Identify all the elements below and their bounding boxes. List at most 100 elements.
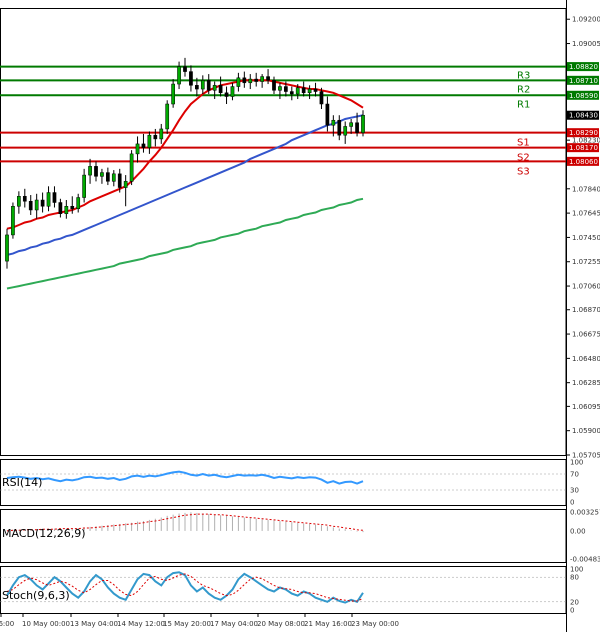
candle-body: [206, 80, 211, 91]
rsi-line: [6, 470, 364, 485]
candle-body: [28, 201, 33, 211]
candle-body: [189, 71, 193, 86]
candle-body: [94, 166, 98, 177]
candle-body: [200, 80, 205, 90]
candle-body: [212, 85, 217, 91]
price-tick-label: 1.07255: [572, 258, 600, 266]
candle-body: [153, 134, 158, 140]
price-tick-label: 1.06675: [572, 331, 600, 339]
candle-body: [248, 78, 253, 84]
current-price-label: 1.08430: [569, 112, 598, 120]
candle-body: [230, 86, 235, 97]
time-tick-label: 13 May 04:00: [70, 620, 118, 628]
candle-body: [58, 202, 63, 214]
candle-body: [159, 128, 164, 140]
stoch-tick-label: 80: [570, 574, 579, 582]
candle-body: [278, 86, 282, 91]
candle-body: [40, 199, 45, 207]
rsi-tick-label: 30: [570, 487, 579, 495]
macd-tick-label: -0.00483: [570, 556, 600, 564]
candle-body: [88, 166, 92, 176]
candle-body: [46, 192, 51, 207]
pane-frame-price: [0, 8, 567, 456]
candle-body: [165, 103, 170, 130]
ma-mid-line: [6, 114, 364, 256]
rsi-tick-label: 0: [570, 499, 574, 507]
candle-body: [106, 172, 110, 182]
level-name-r2: R2: [517, 84, 530, 95]
candle-body: [17, 196, 21, 207]
candle-body: [319, 91, 324, 105]
time-tick-label: 23 May 00:00: [351, 620, 399, 628]
time-tick-label: 15 May 20:00: [163, 620, 211, 628]
stoch-tick-label: 100: [570, 566, 583, 574]
candle-body: [236, 77, 241, 87]
candle-body: [22, 196, 27, 202]
candle-body: [355, 122, 359, 133]
time-tick-label: 17 May 04:00: [210, 620, 258, 628]
candle-body: [100, 172, 104, 177]
candle-body: [195, 85, 199, 90]
price-tick-label: 1.09005: [572, 40, 600, 48]
level-tag-label-r2: 1.08710: [569, 77, 598, 85]
level-tag-label-s3: 1.08060: [569, 158, 598, 166]
candle-body: [301, 87, 306, 94]
candle-body: [34, 199, 39, 211]
price-tick-label: 1.07060: [572, 283, 600, 291]
candle-body: [135, 143, 140, 155]
candle-body: [307, 88, 312, 94]
candle-body: [313, 88, 318, 92]
candle-body: [82, 174, 86, 198]
candle-body: [254, 78, 259, 82]
candle-body: [242, 77, 247, 84]
time-tick-label: 10 May 00:00: [22, 620, 70, 628]
level-name-r1: R1: [517, 99, 530, 110]
candle-body: [337, 119, 342, 136]
time-tick-label: 20 May 08:00: [257, 620, 305, 628]
candle-body: [272, 80, 276, 91]
candle-body: [361, 114, 365, 133]
level-name-s3: S3: [517, 166, 530, 177]
candle-body: [123, 181, 128, 188]
candle-body: [349, 122, 353, 127]
candle-body: [147, 134, 152, 148]
candle-body: [260, 76, 264, 82]
pane-frame-rsi: [0, 459, 567, 506]
price-tick-label: 1.06095: [572, 403, 600, 411]
candle-body: [183, 66, 187, 72]
time-tick-label: 16:00: [0, 620, 14, 628]
price-tick-label: 1.07645: [572, 210, 600, 218]
chart-root: 1.09200 1.09005 1.08230 1.07840 1.07645 1.074…: [0, 0, 600, 632]
price-tick-label: 1.09200: [572, 16, 600, 24]
stoch-tick-label: 20: [570, 598, 579, 606]
candle-body: [266, 76, 270, 81]
candle-body: [289, 91, 294, 95]
candle-body: [64, 206, 69, 214]
level-tag-label-r1: 1.08590: [569, 92, 598, 100]
candle-body: [343, 126, 348, 136]
level-tag-label-s1: 1.08290: [569, 129, 598, 137]
candle-body: [70, 206, 75, 209]
candle-body: [171, 83, 175, 105]
chart-svg: 1.092001.090051.082301.078401.076451.074…: [0, 0, 600, 632]
price-tick-label: 1.07840: [572, 185, 600, 193]
price-tick-label: 1.06870: [572, 306, 600, 314]
price-tick-label: 1.06285: [572, 379, 600, 387]
candle-body: [129, 153, 134, 182]
time-tick-label: 14 May 12:00: [117, 620, 165, 628]
candle-body: [218, 85, 223, 94]
level-tag-label-s2: 1.08170: [569, 144, 598, 152]
candle-body: [11, 206, 15, 236]
candle-body: [325, 103, 330, 126]
candle-body: [284, 86, 288, 92]
candle-body: [76, 197, 81, 209]
rsi-tick-label: 70: [570, 471, 579, 479]
candle-body: [295, 87, 300, 95]
macd-label: MACD(12,26,9): [2, 527, 86, 540]
candle-body: [5, 234, 9, 262]
price-tick-label: 1.06480: [572, 355, 600, 363]
stoch-label: Stoch(9,6,3): [2, 589, 70, 602]
level-tag-label-r3: 1.08820: [569, 63, 598, 71]
macd-tick-label: 0.003257: [570, 509, 600, 517]
candle-body: [111, 173, 116, 182]
